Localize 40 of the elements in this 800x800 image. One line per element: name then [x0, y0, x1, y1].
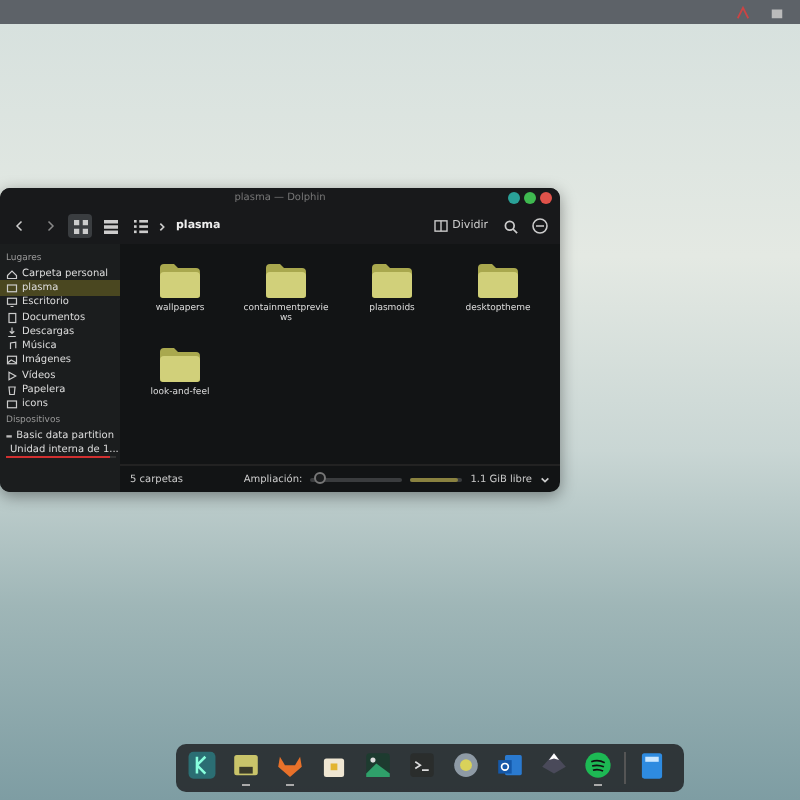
music-circle-icon [580, 750, 616, 781]
compact-view-icon [103, 219, 117, 233]
image-icon [6, 354, 18, 367]
folder-icon [6, 281, 18, 294]
view-mode-button[interactable] [68, 214, 92, 238]
minimize-button[interactable] [508, 192, 520, 204]
maximize-button[interactable] [524, 192, 536, 204]
monitor-icon [6, 296, 18, 309]
folder-icon [6, 398, 18, 411]
folder-icon [476, 262, 520, 300]
launcher-icon [184, 750, 220, 781]
chevron-down-icon [540, 475, 550, 483]
trash-icon [6, 384, 18, 397]
chevron-right-icon [44, 220, 56, 232]
mail-icon [492, 750, 528, 781]
close-button[interactable] [540, 192, 552, 204]
chevron-right-icon [158, 221, 166, 231]
view-mode-button[interactable] [98, 214, 122, 238]
document-icon [6, 311, 18, 324]
list-icon [133, 219, 147, 233]
drive-icon [770, 5, 784, 19]
download-icon [6, 325, 18, 338]
folder-icon [370, 262, 414, 300]
menu-button[interactable] [528, 214, 552, 238]
view-mode-button[interactable] [128, 214, 152, 238]
image-icon [360, 750, 396, 781]
grid-icon [73, 219, 87, 233]
folder-icon [158, 262, 202, 300]
network-icon [736, 5, 750, 19]
folder-icon [158, 346, 202, 384]
zoom-slider-thumb[interactable] [313, 472, 326, 484]
music-note-icon [6, 340, 18, 353]
play-icon [6, 369, 18, 382]
folder-icon [264, 262, 308, 300]
folder-icon [228, 750, 264, 781]
split-view-icon [434, 220, 449, 232]
terminal-icon [404, 750, 440, 781]
home-icon [6, 267, 18, 280]
chevron-left-icon [14, 220, 26, 232]
gear-icon [448, 750, 484, 781]
